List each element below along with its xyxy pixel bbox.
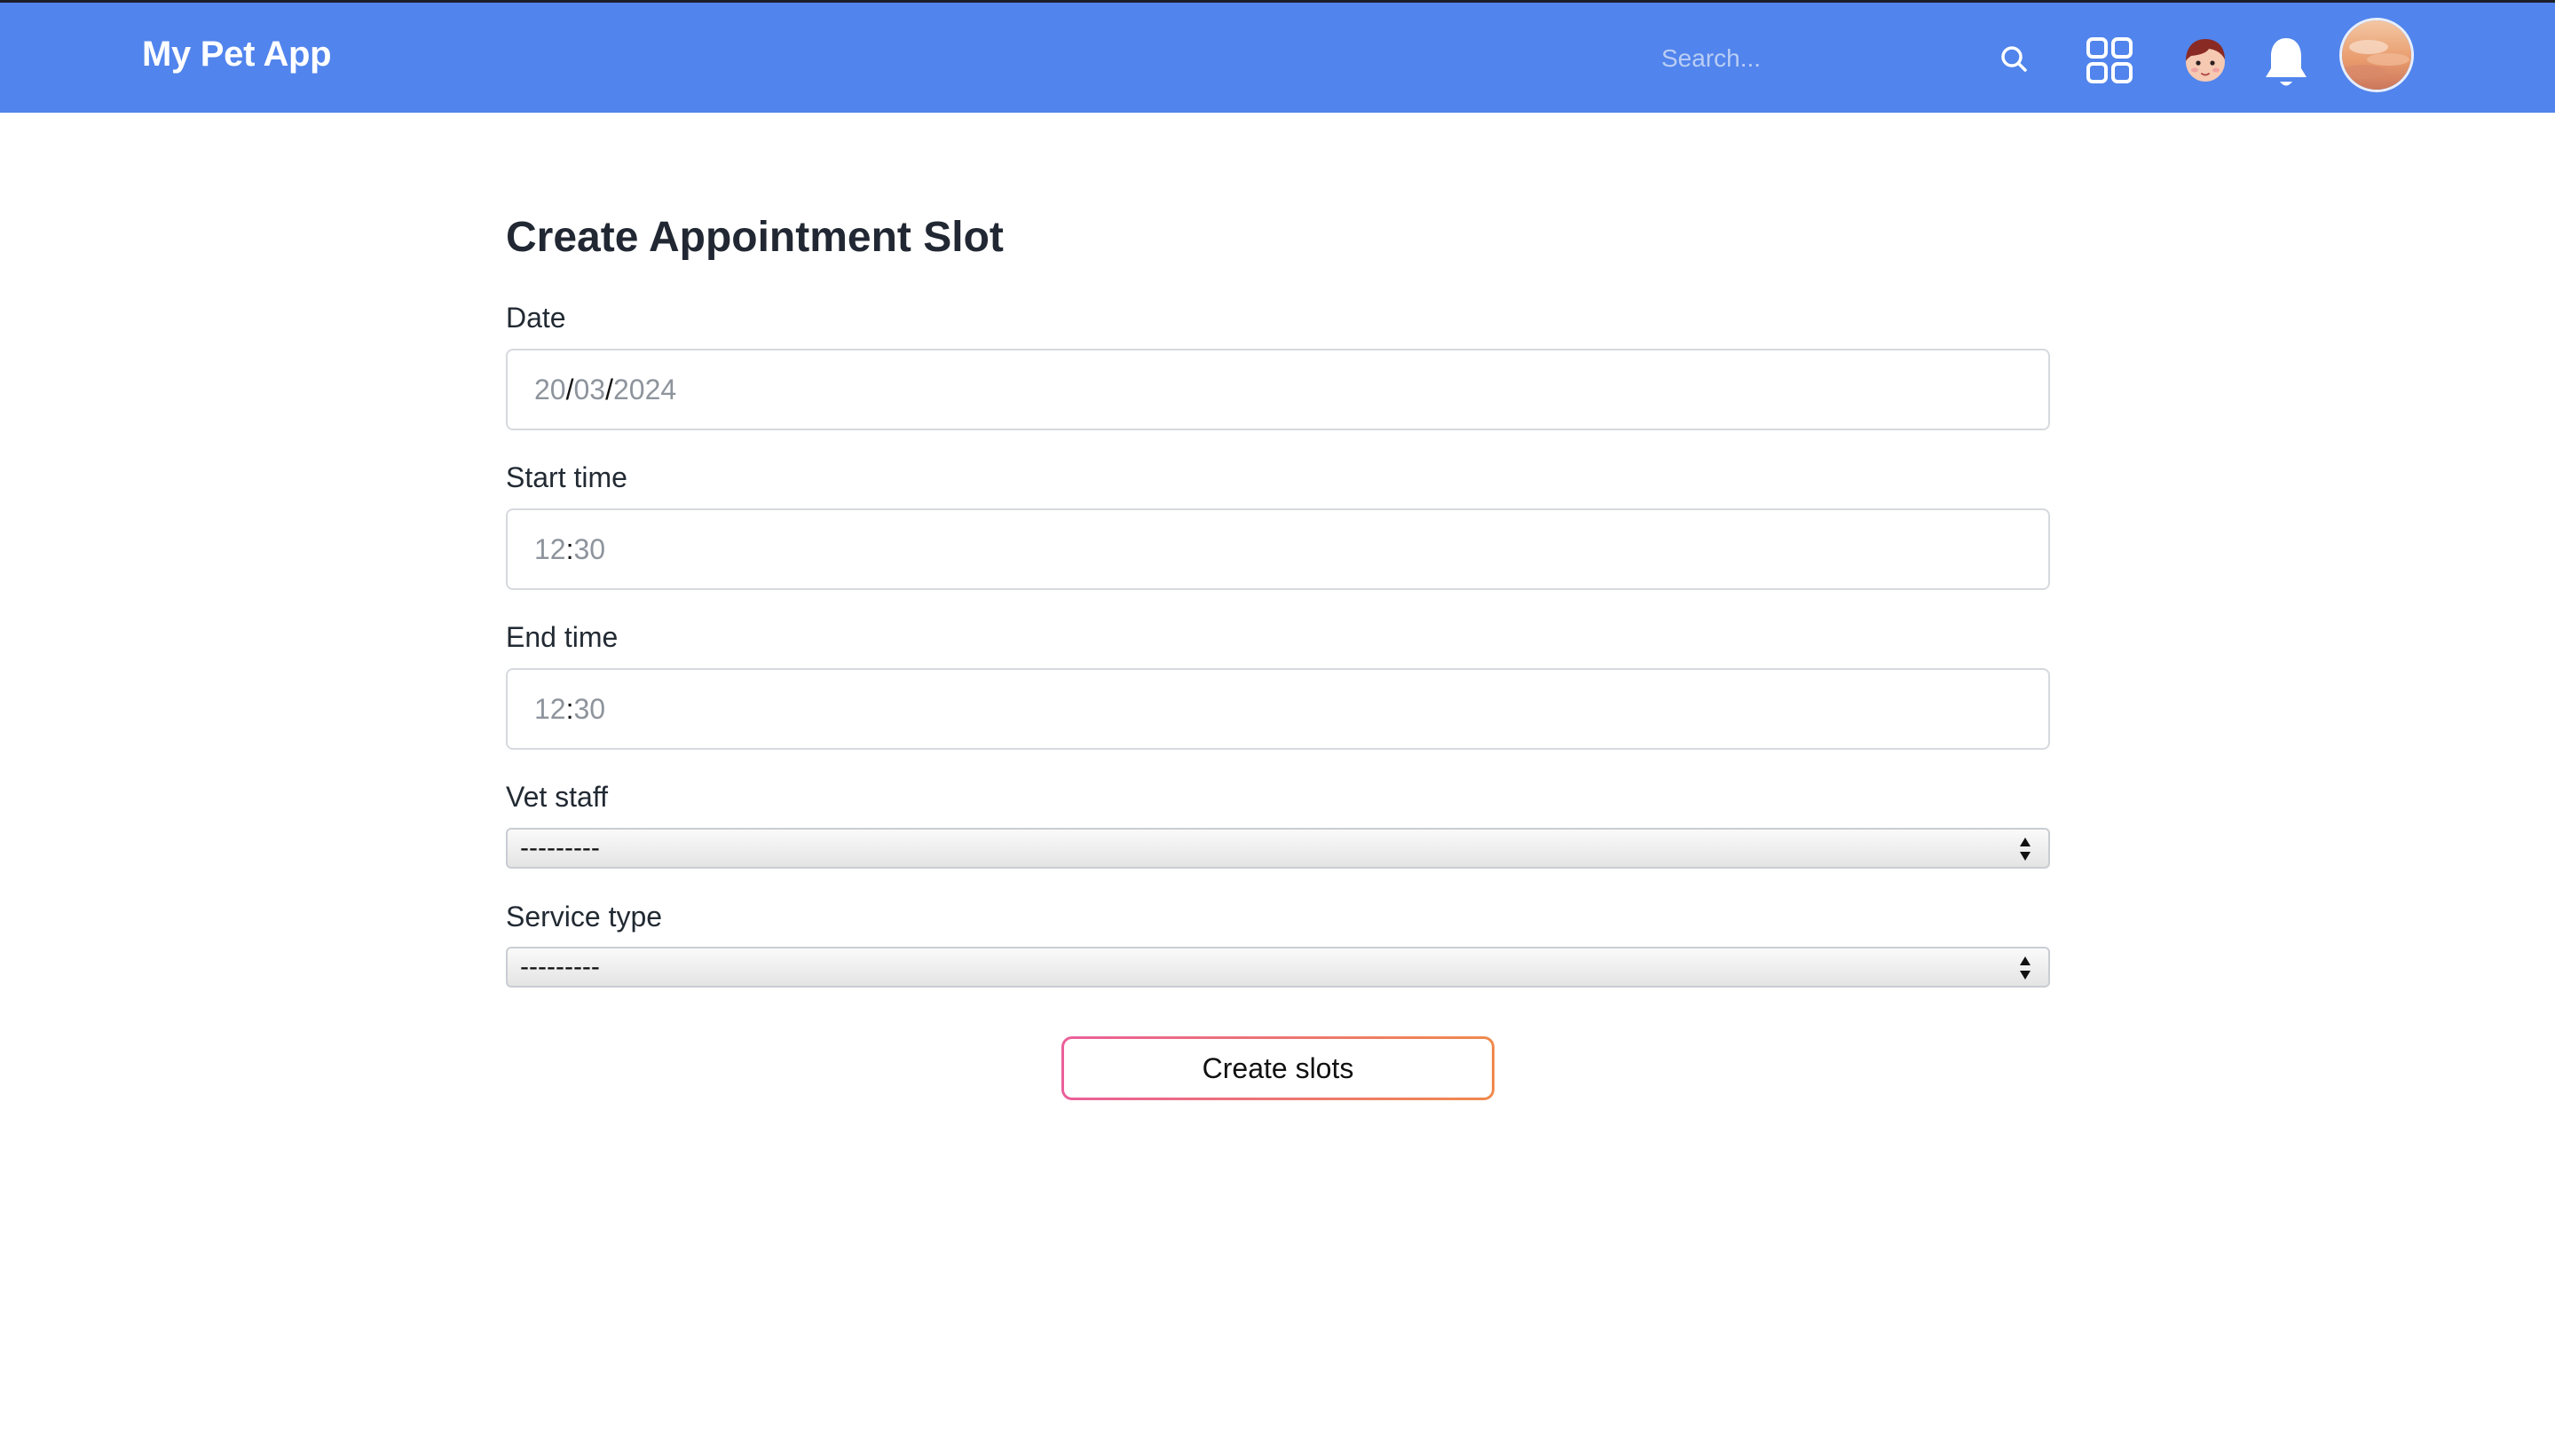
vet-staff-label: Vet staff	[506, 781, 609, 813]
start-time-hour[interactable]: 12	[534, 533, 566, 566]
time-separator: :	[565, 532, 574, 565]
face-avatar-icon[interactable]	[2180, 35, 2231, 86]
top-navbar: My Pet App	[0, 0, 2555, 113]
date-separator: /	[565, 373, 574, 405]
end-time-hour[interactable]: 12	[534, 693, 566, 726]
vet-staff-select[interactable]: ---------	[506, 828, 2050, 869]
search-icon[interactable]	[1997, 42, 2032, 77]
service-type-selected-value: ---------	[520, 952, 600, 981]
date-input[interactable]: 20/03/2024	[506, 349, 2050, 430]
date-year[interactable]: 2024	[613, 374, 676, 406]
page-title: Create Appointment Slot	[506, 214, 1004, 261]
start-time-input[interactable]: 12:30	[506, 508, 2050, 590]
create-slots-button[interactable]: Create slots	[1061, 1036, 1494, 1100]
service-type-select[interactable]: ---------	[506, 947, 2050, 988]
bell-icon[interactable]	[2261, 35, 2311, 91]
date-day[interactable]: 20	[534, 374, 566, 406]
app-brand[interactable]: My Pet App	[142, 35, 332, 75]
date-month[interactable]: 03	[573, 374, 605, 406]
select-arrows-icon	[2018, 954, 2032, 982]
search-input[interactable]	[1651, 29, 1988, 88]
vet-staff-selected-value: ---------	[520, 833, 600, 862]
start-time-label: Start time	[506, 461, 627, 493]
create-slots-label: Create slots	[1064, 1039, 1492, 1098]
search-bar	[1651, 29, 2027, 88]
date-separator: /	[605, 373, 613, 405]
start-time-minute[interactable]: 30	[573, 533, 605, 566]
end-time-input[interactable]: 12:30	[506, 668, 2050, 750]
end-time-label: End time	[506, 621, 619, 653]
profile-avatar[interactable]	[2339, 18, 2414, 92]
end-time-minute[interactable]: 30	[573, 693, 605, 726]
apps-grid-icon[interactable]	[2086, 36, 2133, 84]
time-separator: :	[565, 692, 574, 725]
service-type-label: Service type	[506, 901, 663, 933]
select-arrows-icon	[2018, 835, 2032, 863]
date-label: Date	[506, 302, 566, 334]
